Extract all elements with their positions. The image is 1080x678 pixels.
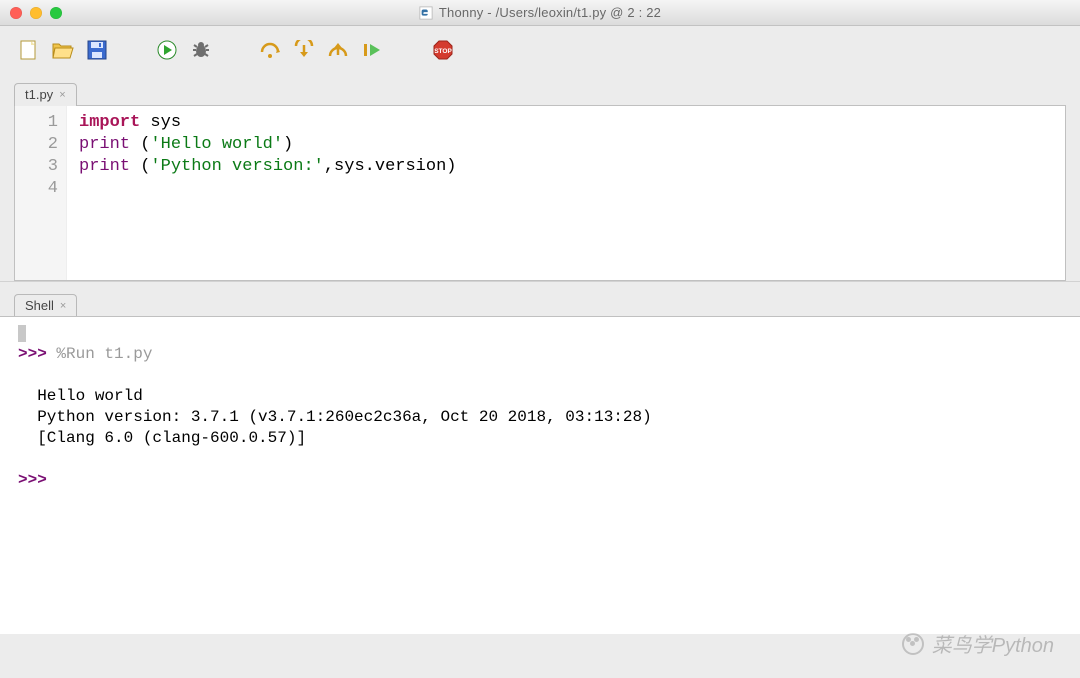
shell-zone: Shell × >>> %Run t1.py Hello world Pytho…: [0, 293, 1080, 634]
line-number: 3: [29, 156, 58, 178]
window-minimize-button[interactable]: [30, 7, 42, 19]
code-text: ): [283, 135, 293, 154]
python-file-icon: [419, 6, 433, 20]
step-into-icon: [294, 40, 316, 60]
shell-line: Python version: 3.7.1 (v3.7.1:260ec2c36a…: [37, 408, 661, 426]
open-folder-icon: [52, 40, 74, 60]
editor-tab[interactable]: t1.py ×: [14, 83, 77, 106]
wechat-icon: [902, 633, 924, 655]
line-number-gutter: 1 2 3 4: [15, 106, 67, 280]
new-file-icon: [19, 39, 39, 61]
step-over-button[interactable]: [260, 39, 282, 61]
code-text: ): [446, 157, 456, 176]
titlebar: Thonny - /Users/leoxin/t1.py @ 2 : 22: [0, 0, 1080, 26]
toolbar: STOP: [0, 26, 1080, 74]
step-out-icon: [328, 40, 350, 60]
step-over-icon: [260, 40, 282, 60]
save-icon: [87, 40, 107, 60]
code-text: (: [130, 135, 150, 154]
code-text: (: [130, 157, 150, 176]
editor-tabrow: t1.py ×: [0, 74, 1080, 105]
open-file-button[interactable]: [52, 39, 74, 61]
run-button[interactable]: [156, 39, 178, 61]
window-title-text: Thonny - /Users/leoxin/t1.py @ 2 : 22: [439, 5, 661, 20]
traffic-lights: [10, 7, 62, 19]
bug-icon: [191, 40, 211, 60]
shell-output[interactable]: >>> %Run t1.py Hello world Python versio…: [0, 316, 1080, 634]
string: 'Python version:': [150, 157, 323, 176]
svg-text:STOP: STOP: [434, 48, 452, 55]
editor-zone: t1.py × 1 2 3 4 import sys print ('Hello…: [0, 74, 1080, 281]
shell-line: Hello world: [37, 387, 143, 405]
window-close-button[interactable]: [10, 7, 22, 19]
close-icon[interactable]: ×: [60, 300, 66, 312]
window-title: Thonny - /Users/leoxin/t1.py @ 2 : 22: [0, 0, 1080, 25]
code-editor[interactable]: 1 2 3 4 import sys print ('Hello world')…: [14, 105, 1066, 281]
line-number: 4: [29, 178, 58, 200]
line-number: 2: [29, 134, 58, 156]
shell-prompt: >>>: [18, 345, 47, 363]
editor-tab-label: t1.py: [25, 87, 53, 102]
shell-tab-label: Shell: [25, 298, 54, 313]
code-area[interactable]: import sys print ('Hello world') print (…: [67, 106, 468, 280]
save-file-button[interactable]: [86, 39, 108, 61]
line-number: 1: [29, 112, 58, 134]
stop-icon: STOP: [432, 39, 454, 61]
shell-line: [Clang 6.0 (clang-600.0.57)]: [37, 429, 306, 447]
shell-tab[interactable]: Shell ×: [14, 294, 77, 317]
debug-button[interactable]: [190, 39, 212, 61]
pane-divider[interactable]: [0, 281, 1080, 293]
resume-icon: [362, 40, 384, 60]
keyword: import: [79, 113, 140, 132]
string: 'Hello world': [150, 135, 283, 154]
code-text: ,sys.version: [324, 157, 446, 176]
shell-command: %Run t1.py: [56, 345, 152, 363]
new-file-button[interactable]: [18, 39, 40, 61]
code-text: sys: [140, 113, 181, 132]
shell-prompt: >>>: [18, 471, 47, 489]
builtin: print: [79, 157, 130, 176]
run-icon: [157, 40, 177, 60]
shell-tabrow: Shell ×: [0, 293, 1080, 316]
window-maximize-button[interactable]: [50, 7, 62, 19]
close-icon[interactable]: ×: [59, 89, 65, 101]
stop-button[interactable]: STOP: [432, 39, 454, 61]
step-into-button[interactable]: [294, 39, 316, 61]
resume-button[interactable]: [362, 39, 384, 61]
step-out-button[interactable]: [328, 39, 350, 61]
builtin: print: [79, 135, 130, 154]
shell-cursor: [18, 325, 26, 342]
